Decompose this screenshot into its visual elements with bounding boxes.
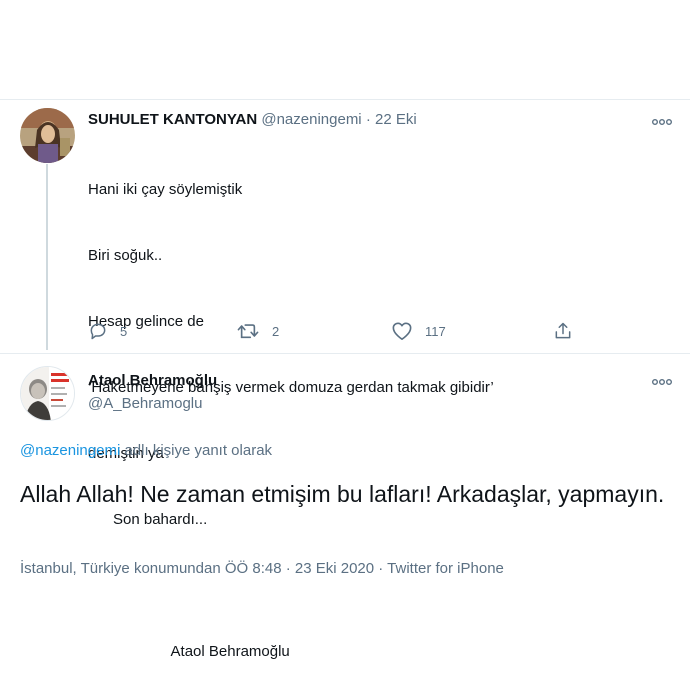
reply-display-name[interactable]: SUHULET KANTONYAN [88, 111, 257, 128]
main-handle[interactable]: @A_Behramoglu [88, 395, 202, 412]
avatar-suhulet[interactable] [20, 108, 75, 163]
main-tweet-text: Allah Allah! Ne zaman etmişim bu lafları… [20, 481, 665, 507]
retweet-count: 2 [272, 323, 280, 339]
like-button[interactable]: 117 [391, 320, 446, 342]
share-button[interactable] [553, 320, 585, 342]
like-count: 117 [425, 323, 446, 339]
avatar-ataol[interactable] [20, 366, 75, 421]
replying-mention[interactable]: @nazeningemi [20, 442, 120, 459]
share-icon [555, 322, 571, 339]
reply-text-line [88, 575, 494, 597]
tweet-thread: SUHULET KANTONYAN @nazeningemi · 22 Eki … [0, 99, 690, 660]
more-icon[interactable] [651, 374, 673, 385]
middle-divider [0, 353, 690, 354]
replying-suffix: adlı kişiye yanıt olarak [120, 442, 273, 459]
page: SUHULET KANTONYAN @nazeningemi · 22 Eki … [0, 0, 690, 690]
reply-text-line: Ataol Behramoğlu [88, 643, 290, 660]
reply-text: Hani iki çay söylemiştik Biri soğuk.. He… [88, 135, 494, 690]
thread-line [46, 164, 48, 350]
retweet-button[interactable]: 2 [236, 320, 279, 342]
reply-text-line: Biri soğuk.. [88, 247, 163, 264]
reply-date[interactable]: 22 Eki [375, 111, 417, 128]
more-icon[interactable] [651, 114, 673, 125]
reply-text-line: Son bahardı... [88, 511, 208, 528]
reply-handle[interactable]: @nazeningemi [261, 111, 361, 128]
like-icon [392, 322, 412, 340]
reply-button[interactable]: 5 [88, 320, 127, 342]
main-display-name[interactable]: Ataol Behramoğlu [88, 372, 217, 389]
reply-text-line: Hani iki çay söylemiştik [88, 181, 243, 198]
reply-count: 5 [120, 323, 128, 339]
reply-icon [90, 323, 106, 340]
reply-separator: · [365, 111, 371, 128]
reply-header: SUHULET KANTONYAN @nazeningemi · 22 Eki [88, 111, 417, 128]
retweet-icon [237, 324, 259, 339]
tweet-meta[interactable]: İstanbul, Türkiye konumundan ÖÖ 8:48 · 2… [20, 560, 504, 577]
replying-to: @nazeningemi adlı kişiye yanıt olarak [20, 442, 272, 459]
top-divider [0, 99, 690, 100]
